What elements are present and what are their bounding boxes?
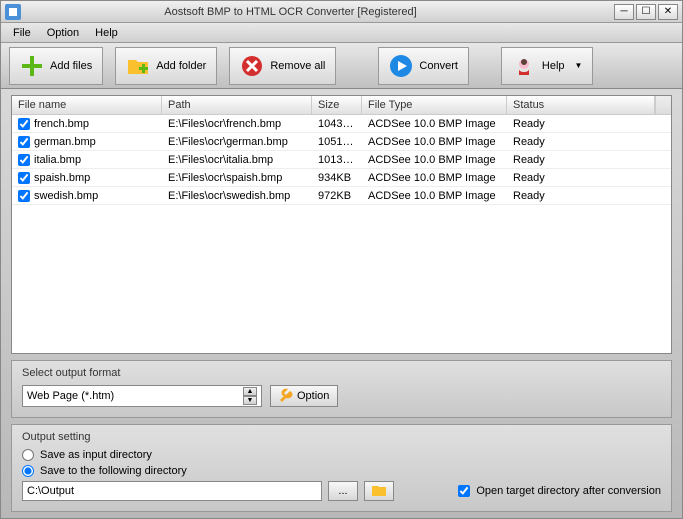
cell-type: ACDSee 10.0 BMP Image xyxy=(362,116,507,132)
output-format-value: Web Page (*.htm) xyxy=(27,390,114,402)
cell-type: ACDSee 10.0 BMP Image xyxy=(362,134,507,150)
col-header-status[interactable]: Status xyxy=(507,96,655,114)
folder-icon xyxy=(371,483,387,500)
cell-name: spaish.bmp xyxy=(34,172,90,184)
table-row[interactable]: french.bmp E:\Files\ocr\french.bmp 1043K… xyxy=(12,115,671,133)
toolbar: Add files Add folder Remove all Convert xyxy=(1,43,682,89)
cell-path: E:\Files\ocr\swedish.bmp xyxy=(162,188,312,204)
help-button[interactable]: Help ▼ xyxy=(501,47,594,85)
option-label: Option xyxy=(297,390,329,402)
spinner-up-icon[interactable]: ▲ xyxy=(243,387,257,396)
menu-file[interactable]: File xyxy=(5,25,39,41)
row-checkbox[interactable] xyxy=(18,172,30,184)
open-folder-button[interactable] xyxy=(364,481,394,501)
row-checkbox[interactable] xyxy=(18,190,30,202)
radio-following-directory[interactable] xyxy=(22,465,34,477)
row-checkbox[interactable] xyxy=(18,118,30,130)
output-setting-label: Output setting xyxy=(22,431,661,443)
table-row[interactable]: italia.bmp E:\Files\ocr\italia.bmp 1013K… xyxy=(12,151,671,169)
add-folder-button[interactable]: Add folder xyxy=(115,47,217,85)
convert-button[interactable]: Convert xyxy=(378,47,469,85)
plus-icon xyxy=(20,54,44,78)
spinner-down-icon[interactable]: ▼ xyxy=(243,396,257,405)
table-row[interactable]: swedish.bmp E:\Files\ocr\swedish.bmp 972… xyxy=(12,187,671,205)
col-header-path[interactable]: Path xyxy=(162,96,312,114)
cell-type: ACDSee 10.0 BMP Image xyxy=(362,152,507,168)
cell-path: E:\Files\ocr\german.bmp xyxy=(162,134,312,150)
open-target-label: Open target directory after conversion xyxy=(476,485,661,497)
cell-name: swedish.bmp xyxy=(34,190,98,202)
help-label: Help xyxy=(542,60,565,72)
cell-name: german.bmp xyxy=(34,136,96,148)
menu-help[interactable]: Help xyxy=(87,25,126,41)
help-icon xyxy=(512,54,536,78)
cell-status: Ready xyxy=(507,188,671,204)
add-folder-label: Add folder xyxy=(156,60,206,72)
app-icon xyxy=(5,4,21,20)
cell-size: 1013KB xyxy=(312,152,362,168)
folder-plus-icon xyxy=(126,54,150,78)
output-format-label: Select output format xyxy=(22,367,661,379)
cell-path: E:\Files\ocr\french.bmp xyxy=(162,116,312,132)
cell-size: 1051KB xyxy=(312,134,362,150)
cell-status: Ready xyxy=(507,170,671,186)
cell-name: italia.bmp xyxy=(34,154,81,166)
wrench-icon xyxy=(279,388,293,405)
cell-size: 934KB xyxy=(312,170,362,186)
radio-following-directory-label: Save to the following directory xyxy=(40,465,187,477)
output-format-select[interactable]: Web Page (*.htm) ▲ ▼ xyxy=(22,385,262,407)
close-button[interactable]: ✕ xyxy=(658,4,678,20)
cell-status: Ready xyxy=(507,152,671,168)
open-target-checkbox[interactable] xyxy=(458,485,470,497)
cell-status: Ready xyxy=(507,116,671,132)
remove-all-button[interactable]: Remove all xyxy=(229,47,336,85)
convert-label: Convert xyxy=(419,60,458,72)
app-window: Aostsoft BMP to HTML OCR Converter [Regi… xyxy=(0,0,683,519)
play-icon xyxy=(389,54,413,78)
table-header: File name Path Size File Type Status xyxy=(12,96,671,115)
output-format-fieldset: Select output format Web Page (*.htm) ▲ … xyxy=(11,360,672,418)
add-files-button[interactable]: Add files xyxy=(9,47,103,85)
radio-input-directory[interactable] xyxy=(22,449,34,461)
col-header-name[interactable]: File name xyxy=(12,96,162,114)
table-body: french.bmp E:\Files\ocr\french.bmp 1043K… xyxy=(12,115,671,353)
menubar: File Option Help xyxy=(1,23,682,43)
cell-status: Ready xyxy=(507,134,671,150)
col-header-type[interactable]: File Type xyxy=(362,96,507,114)
scrollbar[interactable] xyxy=(655,96,671,114)
output-path-input[interactable] xyxy=(22,481,322,501)
browse-button[interactable]: ... xyxy=(328,481,358,501)
cell-type: ACDSee 10.0 BMP Image xyxy=(362,188,507,204)
cell-name: french.bmp xyxy=(34,118,89,130)
cell-path: E:\Files\ocr\spaish.bmp xyxy=(162,170,312,186)
cell-path: E:\Files\ocr\italia.bmp xyxy=(162,152,312,168)
cell-size: 1043KB xyxy=(312,116,362,132)
radio-input-directory-label: Save as input directory xyxy=(40,449,152,461)
col-header-size[interactable]: Size xyxy=(312,96,362,114)
titlebar: Aostsoft BMP to HTML OCR Converter [Regi… xyxy=(1,1,682,23)
cell-type: ACDSee 10.0 BMP Image xyxy=(362,170,507,186)
option-button[interactable]: Option xyxy=(270,385,338,407)
maximize-button[interactable]: ☐ xyxy=(636,4,656,20)
minimize-button[interactable]: ─ xyxy=(614,4,634,20)
output-setting-fieldset: Output setting Save as input directory S… xyxy=(11,424,672,512)
table-row[interactable]: german.bmp E:\Files\ocr\german.bmp 1051K… xyxy=(12,133,671,151)
chevron-down-icon: ▼ xyxy=(575,61,583,70)
menu-option[interactable]: Option xyxy=(39,25,87,41)
add-files-label: Add files xyxy=(50,60,92,72)
remove-all-label: Remove all xyxy=(270,60,325,72)
row-checkbox[interactable] xyxy=(18,136,30,148)
window-title: Aostsoft BMP to HTML OCR Converter [Regi… xyxy=(27,6,614,18)
file-table: File name Path Size File Type Status fre… xyxy=(11,95,672,354)
cell-size: 972KB xyxy=(312,188,362,204)
table-row[interactable]: spaish.bmp E:\Files\ocr\spaish.bmp 934KB… xyxy=(12,169,671,187)
remove-icon xyxy=(240,54,264,78)
row-checkbox[interactable] xyxy=(18,154,30,166)
